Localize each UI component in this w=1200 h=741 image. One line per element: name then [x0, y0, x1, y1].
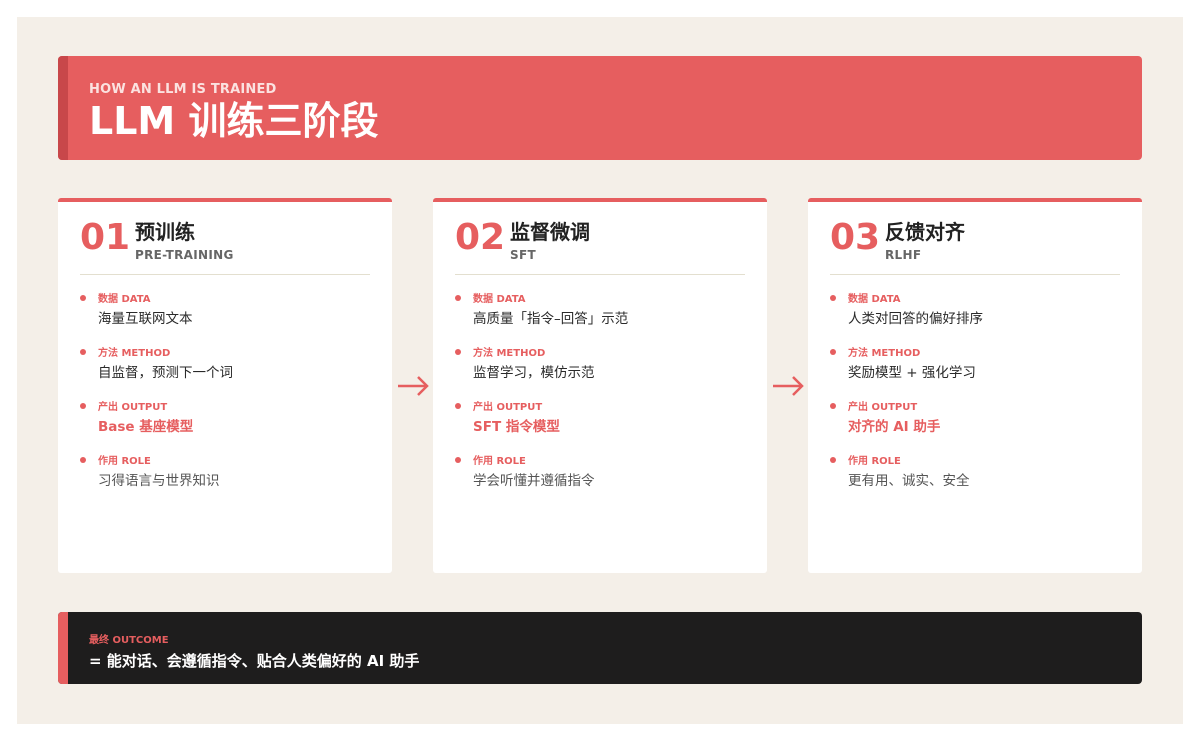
- dot-icon: [455, 403, 461, 409]
- row-label: 作用 ROLE: [848, 456, 901, 467]
- row-value: 对齐的 AI 助手: [848, 419, 941, 435]
- stage-row-data: 数据 DATA 高质量「指令–回答」示范: [455, 290, 755, 334]
- card-divider: [830, 274, 1120, 275]
- stage-row-output: 产出 OUTPUT Base 基座模型: [80, 398, 380, 442]
- stage-card-sft: 02 监督微调 SFT 数据 DATA 高质量「指令–回答」示范 方法 METH…: [433, 198, 767, 573]
- row-value: 习得语言与世界知识: [98, 473, 220, 489]
- row-value: 高质量「指令–回答」示范: [473, 311, 629, 327]
- dot-icon: [455, 349, 461, 355]
- header-kicker: HOW AN LLM IS TRAINED: [89, 82, 277, 97]
- card-top-bar: [58, 198, 392, 202]
- header-accent-bar: [58, 56, 68, 160]
- stage-english-name: PRE-TRAINING: [135, 248, 234, 262]
- stage-name: 预训练: [135, 220, 195, 244]
- outcome-banner: 最终 OUTCOME = 能对话、会遵循指令、贴合人类偏好的 AI 助手: [58, 612, 1142, 684]
- row-label: 产出 OUTPUT: [98, 402, 168, 413]
- card-top-bar: [808, 198, 1142, 202]
- stage-card-pretraining: 01 预训练 PRE-TRAINING 数据 DATA 海量互联网文本 方法 M…: [58, 198, 392, 573]
- dot-icon: [830, 295, 836, 301]
- row-value: Base 基座模型: [98, 419, 194, 435]
- stage-english-name: RLHF: [885, 248, 922, 262]
- stage-number: 02: [455, 217, 506, 258]
- stage-row-method: 方法 METHOD 奖励模型 + 强化学习: [830, 344, 1130, 388]
- stage-row-output: 产出 OUTPUT SFT 指令模型: [455, 398, 755, 442]
- stage-card-rlhf: 03 反馈对齐 RLHF 数据 DATA 人类对回答的偏好排序 方法 METHO…: [808, 198, 1142, 573]
- page-title: LLM 训练三阶段: [89, 99, 379, 143]
- row-label: 产出 OUTPUT: [848, 402, 918, 413]
- arrow-right-icon: [398, 376, 429, 396]
- stage-row-method: 方法 METHOD 监督学习，模仿示范: [455, 344, 755, 388]
- row-value: SFT 指令模型: [473, 419, 560, 435]
- dot-icon: [80, 457, 86, 463]
- stage-name: 反馈对齐: [885, 220, 965, 244]
- dot-icon: [830, 349, 836, 355]
- card-top-bar: [433, 198, 767, 202]
- stage-row-role: 作用 ROLE 习得语言与世界知识: [80, 452, 380, 496]
- row-label: 作用 ROLE: [98, 456, 151, 467]
- header-banner: HOW AN LLM IS TRAINED LLM 训练三阶段: [58, 56, 1142, 160]
- card-divider: [80, 274, 370, 275]
- dot-icon: [455, 457, 461, 463]
- stage-name: 监督微调: [510, 220, 590, 244]
- row-value: 自监督，预测下一个词: [98, 365, 233, 381]
- row-label: 方法 METHOD: [98, 348, 171, 359]
- dot-icon: [80, 295, 86, 301]
- stage-row-output: 产出 OUTPUT 对齐的 AI 助手: [830, 398, 1130, 442]
- stage-row-method: 方法 METHOD 自监督，预测下一个词: [80, 344, 380, 388]
- outcome-label: 最终 OUTCOME: [89, 635, 169, 646]
- row-label: 数据 DATA: [473, 294, 526, 305]
- stage-row-data: 数据 DATA 海量互联网文本: [80, 290, 380, 334]
- row-label: 方法 METHOD: [473, 348, 546, 359]
- row-label: 产出 OUTPUT: [473, 402, 543, 413]
- stage-english-name: SFT: [510, 248, 536, 262]
- row-value: 奖励模型 + 强化学习: [848, 365, 976, 381]
- stage-number: 01: [80, 217, 131, 258]
- dot-icon: [80, 349, 86, 355]
- row-value: 更有用、诚实、安全: [848, 473, 970, 489]
- card-divider: [455, 274, 745, 275]
- dot-icon: [830, 403, 836, 409]
- row-value: 学会听懂并遵循指令: [473, 473, 595, 489]
- stage-row-role: 作用 ROLE 更有用、诚实、安全: [830, 452, 1130, 496]
- row-label: 作用 ROLE: [473, 456, 526, 467]
- stage-row-data: 数据 DATA 人类对回答的偏好排序: [830, 290, 1130, 334]
- outcome-text: = 能对话、会遵循指令、贴合人类偏好的 AI 助手: [89, 652, 420, 670]
- arrow-right-icon: [773, 376, 804, 396]
- row-label: 数据 DATA: [848, 294, 901, 305]
- stage-number: 03: [830, 217, 881, 258]
- row-value: 监督学习，模仿示范: [473, 365, 595, 381]
- row-label: 数据 DATA: [98, 294, 151, 305]
- row-label: 方法 METHOD: [848, 348, 921, 359]
- dot-icon: [830, 457, 836, 463]
- outcome-accent-bar: [58, 612, 68, 684]
- row-value: 人类对回答的偏好排序: [848, 311, 983, 327]
- row-value: 海量互联网文本: [98, 311, 193, 327]
- stage-row-role: 作用 ROLE 学会听懂并遵循指令: [455, 452, 755, 496]
- dot-icon: [80, 403, 86, 409]
- dot-icon: [455, 295, 461, 301]
